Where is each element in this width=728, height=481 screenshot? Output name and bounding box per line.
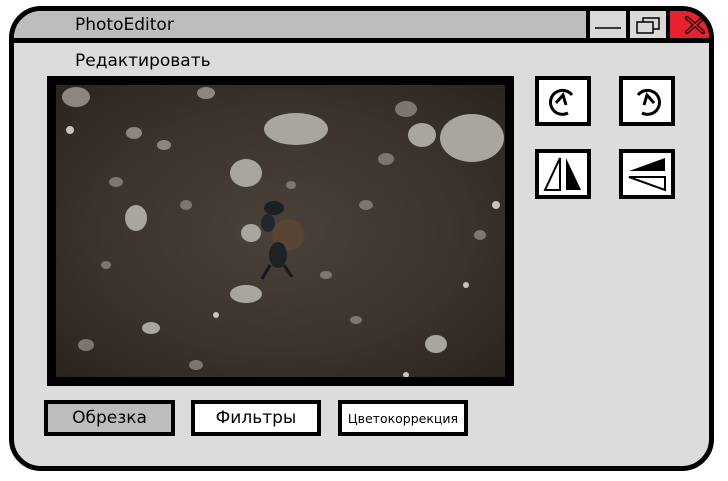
flip-horizontal-icon [543,157,581,191]
photo-image [56,85,505,377]
title-bar[interactable]: PhotoEditor [14,11,709,43]
rotate-ccw-icon [636,88,661,116]
crop-button[interactable]: Обрезка [44,400,175,436]
restore-icon [636,16,660,34]
flip-horizontal-button[interactable] [535,149,591,199]
close-button[interactable] [666,11,709,38]
flip-vertical-icon [628,158,666,192]
app-window: PhotoEditor Редактировать Обрезка Фильтр… [9,6,714,471]
minimize-button[interactable] [586,11,626,38]
photo-canvas[interactable] [47,76,514,386]
menu-edit[interactable]: Редактировать [75,51,211,71]
minimize-icon [595,26,621,29]
close-icon [684,15,705,34]
maximize-button[interactable] [626,11,666,38]
rotate-right-button[interactable] [535,76,591,126]
window-title: PhotoEditor [75,15,174,35]
filters-button[interactable]: Фильтры [191,400,321,436]
flip-vertical-button[interactable] [619,149,675,199]
rotate-left-button[interactable] [619,76,675,126]
rotate-cw-icon [549,88,574,116]
color-correction-button[interactable]: Цветокоррекция [338,400,468,436]
